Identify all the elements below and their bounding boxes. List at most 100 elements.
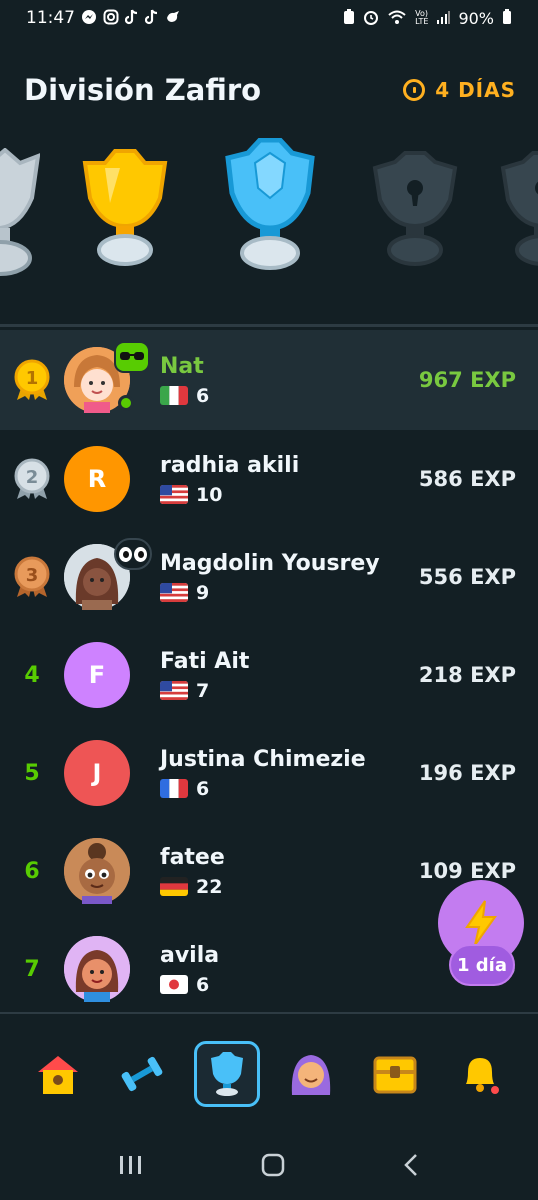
user-sub: 6: [160, 974, 219, 996]
svg-text:1: 1: [26, 368, 39, 389]
googly-eyes-badge-icon: [114, 538, 152, 570]
xp-value: 586 EXP: [418, 467, 516, 491]
lightning-icon: [465, 900, 497, 946]
gold-medal-icon: 1: [14, 359, 50, 400]
user-info: Justina Chimezie 6: [160, 747, 366, 800]
xp-value: 556 EXP: [418, 565, 516, 589]
france-flag-icon: [160, 779, 188, 798]
japan-flag-icon: [160, 975, 188, 994]
xp-value: 967 EXP: [418, 368, 516, 392]
streak-label: 1 día: [449, 944, 515, 986]
leaderboard-row[interactable]: 5 J Justina Chimezie 6 196 EXP: [0, 724, 538, 822]
nav-profile[interactable]: [278, 1041, 344, 1107]
rank-cell: 1: [0, 358, 64, 402]
rank-number: 7: [24, 956, 40, 982]
user-info: avila 6: [160, 943, 219, 996]
user-info: Magdolin Yousrey 9: [160, 551, 380, 604]
sapphire-trophy-icon: [225, 138, 315, 270]
avatar-letter: F: [88, 661, 106, 689]
locked-trophy-icon: [372, 151, 458, 266]
streak-count: 6: [196, 973, 210, 996]
user-name: Justina Chimezie: [160, 746, 366, 772]
rank-number: 4: [24, 662, 40, 688]
avatar[interactable]: J: [64, 740, 130, 806]
xp-value: 196 EXP: [418, 761, 516, 785]
rank-cell: 3: [0, 555, 64, 599]
leaderboard-row[interactable]: 1 Nat 6 967 EXP: [0, 330, 538, 430]
user-info: Fati Ait 7: [160, 649, 249, 702]
avatar[interactable]: [64, 538, 152, 610]
days-remaining: 4 DÍAS: [403, 78, 516, 102]
back-button[interactable]: [402, 1152, 420, 1185]
svg-text:3: 3: [26, 565, 39, 586]
avatar[interactable]: [64, 838, 130, 904]
user-info: Nat 6: [160, 354, 209, 407]
gold-trophy-icon: [82, 149, 168, 266]
nav-shop[interactable]: [362, 1041, 428, 1107]
nav-practice[interactable]: [109, 1041, 175, 1107]
user-name: Nat: [160, 353, 204, 379]
alarm-icon: [363, 9, 379, 28]
league-trophy-carousel[interactable]: [0, 138, 538, 288]
user-name: avila: [160, 942, 220, 968]
usa-flag-icon: [160, 681, 188, 700]
locked-trophy-icon: [500, 151, 538, 266]
tiktok-icon: [144, 9, 159, 28]
germany-flag-icon: [160, 877, 188, 896]
battery-percent: 90%: [458, 8, 494, 28]
xp-value: 109 EXP: [418, 859, 516, 883]
home-button[interactable]: [260, 1152, 286, 1185]
rank-number: 6: [24, 858, 40, 884]
avatar-illustration: [64, 936, 130, 1002]
user-name: Magdolin Yousrey: [160, 550, 380, 576]
rank-number: 5: [24, 760, 40, 786]
cool-owl-badge-icon: [114, 341, 150, 373]
chest-icon: [373, 1056, 417, 1094]
user-sub: 22: [160, 876, 225, 898]
user-info: radhia akili 10: [160, 453, 299, 506]
user-sub: 9: [160, 582, 380, 604]
nav-notifications[interactable]: [447, 1041, 513, 1107]
dumbbell-icon: [122, 1056, 163, 1092]
silver-trophy-icon: [0, 148, 40, 276]
avatar[interactable]: F: [64, 642, 130, 708]
nav-home[interactable]: [25, 1041, 91, 1107]
italy-flag-icon: [160, 386, 188, 405]
trophy-icon: [210, 1052, 243, 1096]
status-bar: 11:47 Vo) LTE 90%: [0, 0, 538, 36]
user-sub: 6: [160, 778, 366, 800]
usa-flag-icon: [160, 583, 188, 602]
wifi-icon: [387, 9, 407, 28]
rank-cell: 2: [0, 457, 64, 501]
days-remaining-label: 4 DÍAS: [435, 78, 516, 102]
streak-count: 22: [196, 875, 223, 898]
nav-leaderboards[interactable]: [193, 1041, 260, 1107]
usa-flag-icon: [160, 485, 188, 504]
xp-value: 218 EXP: [418, 663, 516, 687]
messenger-icon: [81, 9, 97, 28]
leaderboard-row[interactable]: 3 Magdolin Yousrey 9 556 EXP: [0, 528, 538, 626]
user-info: fatee 22: [160, 845, 225, 898]
status-time: 11:47: [26, 8, 75, 28]
house-icon: [38, 1056, 79, 1094]
user-name: fatee: [160, 844, 225, 870]
streak-count: 10: [196, 483, 223, 506]
avatar-icon: [291, 1055, 331, 1095]
leaderboard-row[interactable]: 4 F Fati Ait 7 218 EXP: [0, 626, 538, 724]
volte-icon: Vo) LTE: [415, 9, 429, 26]
streak-count: 9: [196, 581, 210, 604]
online-indicator: [118, 395, 134, 411]
instagram-icon: [103, 9, 119, 28]
avatar[interactable]: [64, 936, 130, 1002]
avatar[interactable]: R: [64, 446, 130, 512]
battery-saver-icon: [343, 8, 355, 28]
avatar-letter: J: [92, 759, 102, 787]
league-title: División Zafiro: [24, 73, 262, 107]
user-sub: 6: [160, 385, 209, 407]
leaderboard-row[interactable]: 2 R radhia akili 10 586 EXP: [0, 430, 538, 528]
avatar[interactable]: [64, 341, 150, 413]
silver-medal-icon: 2: [14, 458, 50, 499]
recent-apps-button[interactable]: [118, 1153, 144, 1183]
avatar-illustration: [64, 838, 130, 904]
bird-icon: [165, 9, 181, 28]
